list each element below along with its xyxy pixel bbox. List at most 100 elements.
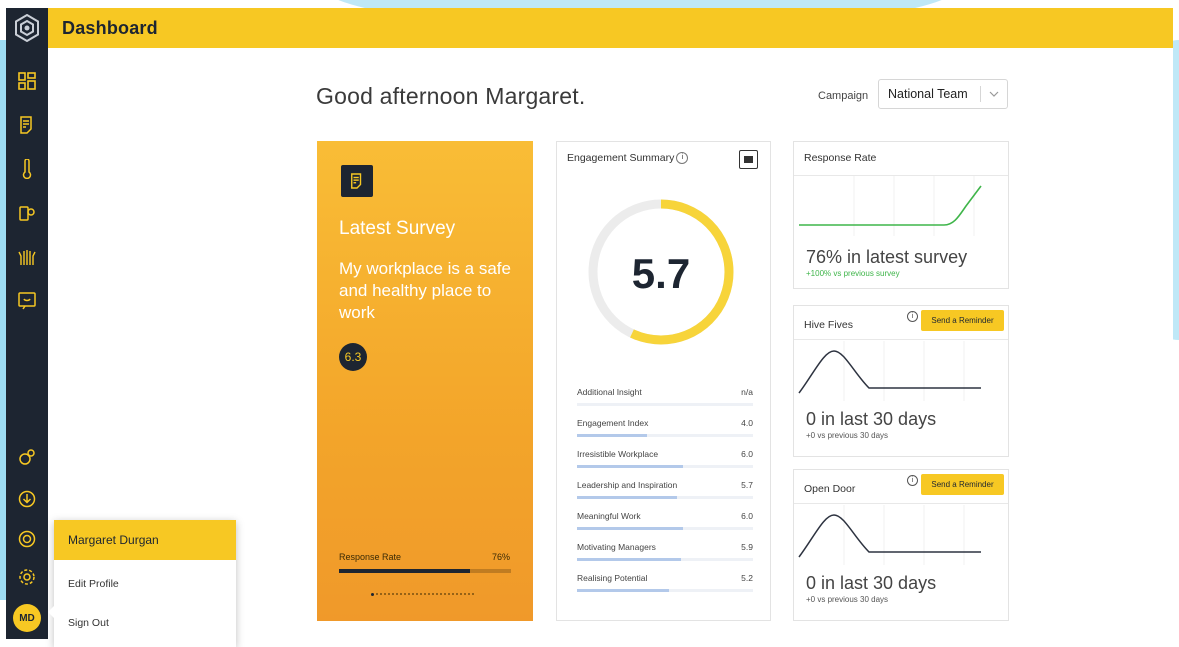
carousel-dot[interactable]	[376, 593, 378, 595]
logo-icon[interactable]	[10, 11, 44, 45]
response-rate-bar	[339, 569, 511, 573]
metric-label: Motivating Managers	[577, 542, 656, 552]
carousel-dot[interactable]	[444, 593, 446, 595]
carousel-dot[interactable]	[428, 593, 430, 595]
survey-icon[interactable]	[14, 112, 40, 138]
image-export-icon[interactable]	[739, 150, 758, 169]
thermometer-icon[interactable]	[14, 156, 40, 182]
open-door-sub: +0 vs previous 30 days	[806, 595, 889, 604]
carousel-dot[interactable]	[412, 593, 414, 595]
carousel-dot[interactable]	[468, 593, 470, 595]
carousel-dot[interactable]	[392, 593, 394, 595]
campaign-select[interactable]: National Team	[878, 79, 1008, 109]
menu-caret	[48, 606, 54, 618]
carousel-dot[interactable]	[436, 593, 438, 595]
carousel-dot[interactable]	[440, 593, 442, 595]
carousel-dot[interactable]	[452, 593, 454, 595]
carousel-dot[interactable]	[400, 593, 402, 595]
response-rate-value: 76%	[492, 552, 511, 562]
avatar[interactable]: MD	[13, 604, 41, 632]
metric-bar-fill	[577, 558, 681, 561]
carousel-dot[interactable]	[384, 593, 386, 595]
carousel-pagination[interactable]	[371, 593, 477, 596]
metric-bar	[577, 589, 753, 592]
hive-fives-line	[798, 350, 981, 394]
carousel-dot[interactable]	[472, 593, 474, 595]
metric-label: Meaningful Work	[577, 511, 641, 521]
open-door-line	[798, 514, 981, 558]
metric-label: Realising Potential	[577, 573, 648, 583]
metric-value: 5.7	[741, 480, 753, 490]
suggestion-icon[interactable]	[14, 200, 40, 226]
page-title: Dashboard	[62, 18, 158, 38]
carousel-dot[interactable]	[432, 593, 434, 595]
header: Dashboard	[48, 8, 1173, 48]
carousel-dot[interactable]	[420, 593, 422, 595]
hive-fives-headline: 0 in last 30 days	[806, 409, 937, 429]
response-rate-line	[799, 185, 982, 226]
metric-bar	[577, 403, 753, 406]
metric-value: 6.0	[741, 449, 753, 459]
info-icon[interactable]: i	[676, 152, 689, 165]
carousel-dot[interactable]	[416, 593, 418, 595]
carousel-dot[interactable]	[464, 593, 466, 595]
hive-fives-sub: +0 vs previous 30 days	[806, 431, 889, 440]
integrations-icon[interactable]	[14, 444, 40, 470]
metric-row: Additional Insight n/a	[577, 387, 753, 418]
hive-fives-title: Hive Fives	[804, 319, 854, 331]
response-rate-sub: +100% vs previous survey	[806, 269, 900, 278]
metric-bar	[577, 465, 753, 468]
info-icon[interactable]: i	[907, 311, 918, 322]
survey-icon	[341, 165, 373, 197]
chevron-down-icon	[981, 88, 1007, 100]
carousel-dot[interactable]	[388, 593, 390, 595]
open-door-headline: 0 in last 30 days	[806, 573, 937, 593]
engagement-summary-card: Engagement Summary i 5.7 Additional Insig…	[556, 141, 771, 621]
carousel-dot[interactable]	[460, 593, 462, 595]
metric-row: Motivating Managers 5.9	[577, 542, 753, 573]
hive-fives-chart	[798, 341, 981, 401]
settings-icon[interactable]	[14, 564, 40, 590]
metric-label: Additional Insight	[577, 387, 642, 397]
engagement-score: 5.7	[631, 250, 691, 297]
edit-profile-link[interactable]: Edit Profile	[68, 578, 119, 590]
info-icon[interactable]: i	[907, 475, 918, 486]
metric-value: 6.0	[741, 511, 753, 521]
carousel-dot[interactable]	[408, 593, 410, 595]
metric-label: Leadership and Inspiration	[577, 480, 678, 490]
metric-bar-fill	[577, 589, 669, 592]
sign-out-link[interactable]: Sign Out	[68, 617, 109, 629]
carousel-dot[interactable]	[424, 593, 426, 595]
carousel-dot[interactable]	[371, 593, 374, 596]
hive-fives-icon[interactable]	[14, 244, 40, 270]
carousel-dot[interactable]	[456, 593, 458, 595]
metric-bar	[577, 496, 753, 499]
divider	[794, 503, 1008, 504]
response-rate-card: Response Rate 76% in latest survey +100%…	[793, 141, 1009, 289]
latest-survey-card[interactable]: Latest Survey My workplace is a safe and…	[317, 141, 533, 621]
metric-bar-fill	[577, 496, 678, 499]
metric-bar-fill	[577, 527, 683, 530]
carousel-dot[interactable]	[380, 593, 382, 595]
dashboard-icon[interactable]	[14, 68, 40, 94]
survey-heading: Latest Survey	[339, 218, 456, 239]
campaign-label: Campaign	[818, 90, 869, 102]
feedback-icon[interactable]	[14, 288, 40, 314]
carousel-dot[interactable]	[396, 593, 398, 595]
download-icon[interactable]	[14, 486, 40, 512]
sidebar: MD	[6, 8, 48, 639]
metric-value: 5.9	[741, 542, 753, 552]
carousel-dot[interactable]	[404, 593, 406, 595]
help-icon[interactable]	[14, 526, 40, 552]
hive-fives-card: Hive Fives i Send a Reminder 0 in last 3…	[793, 305, 1009, 457]
metric-bar-fill	[577, 434, 648, 437]
survey-question: My workplace is a safe and healthy place…	[339, 259, 511, 322]
campaign-selected-value: National Team	[888, 87, 968, 101]
open-door-chart	[798, 505, 981, 565]
send-reminder-button[interactable]: Send a Reminder	[921, 474, 1004, 495]
engagement-summary-title: Engagement Summary i	[567, 152, 689, 165]
send-reminder-button[interactable]: Send a Reminder	[921, 310, 1004, 331]
metric-bar	[577, 434, 753, 437]
metric-value: 5.2	[741, 573, 753, 583]
carousel-dot[interactable]	[448, 593, 450, 595]
